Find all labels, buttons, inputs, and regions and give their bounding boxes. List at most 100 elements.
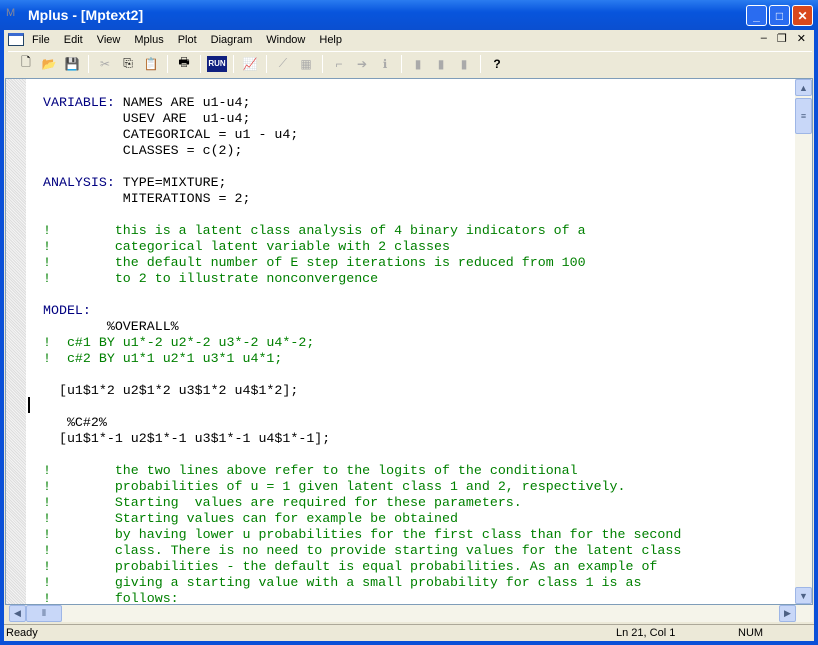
menu-plot[interactable]: Plot bbox=[178, 34, 197, 46]
comment: ! follows: bbox=[43, 591, 179, 605]
code-line: CLASSES = c(2); bbox=[43, 143, 681, 159]
code-text: %OVERALL% bbox=[43, 319, 179, 334]
code-line: ! this is a latent class analysis of 4 b… bbox=[43, 223, 681, 239]
open-folder-icon[interactable]: 📂 bbox=[39, 54, 59, 74]
title-bar[interactable]: M Mplus - [Mptext2] _ □ ✕ bbox=[0, 0, 818, 30]
minimize-button[interactable]: _ bbox=[746, 5, 767, 26]
code-line: MITERATIONS = 2; bbox=[43, 191, 681, 207]
mdi-restore-icon[interactable]: ❐ bbox=[777, 32, 787, 45]
status-bar: Ready Ln 21, Col 1 NUM bbox=[4, 624, 814, 641]
text-editor[interactable]: VARIABLE: NAMES ARE u1-u4; USEV ARE u1-u… bbox=[5, 78, 813, 605]
plot-values-icon[interactable]: ▦ bbox=[296, 54, 316, 74]
keyword: MODEL: bbox=[43, 303, 91, 318]
comment: ! probabilities - the default is equal p… bbox=[43, 559, 658, 574]
toolbar: 🗋 📂 💾 ✂ ⎘ 📋 🖶 RUN 📈 ⟋ ▦ ⌐ ➔ ℹ ▮ ▮ ▮ ? bbox=[8, 51, 812, 75]
comment: ! c#1 BY u1*-2 u2*-2 u3*-2 u4*-2; bbox=[43, 335, 315, 350]
code-text: [u1$1*-1 u2$1*-1 u3$1*-1 u4$1*-1]; bbox=[43, 431, 331, 446]
code-line: %C#2% bbox=[43, 415, 681, 431]
code-line: ! categorical latent variable with 2 cla… bbox=[43, 239, 681, 255]
application-window: M Mplus - [Mptext2] _ □ ✕ File Edit View… bbox=[0, 0, 818, 645]
keyword: ANALYSIS: bbox=[43, 175, 123, 190]
new-file-icon[interactable]: 🗋 bbox=[16, 54, 36, 74]
diagram-icon[interactable]: ⌐ bbox=[329, 54, 349, 74]
menu-bar: File Edit View Mplus Plot Diagram Window… bbox=[4, 30, 814, 49]
maximize-button[interactable]: □ bbox=[769, 5, 790, 26]
vertical-scrollbar[interactable]: ▲ ≡ ▼ bbox=[795, 79, 812, 604]
keyword: VARIABLE: bbox=[43, 95, 123, 110]
comment: ! to 2 to illustrate nonconvergence bbox=[43, 271, 379, 286]
code-line: CATEGORICAL = u1 - u4; bbox=[43, 127, 681, 143]
diagram-info-icon[interactable]: ℹ bbox=[375, 54, 395, 74]
code-line: %OVERALL% bbox=[43, 319, 681, 335]
code-line: ! probabilities - the default is equal p… bbox=[43, 559, 681, 575]
menu-window[interactable]: Window bbox=[266, 34, 305, 46]
comment: ! the two lines above refer to the logit… bbox=[43, 463, 578, 478]
horizontal-scroll-thumb[interactable]: ⦀ bbox=[26, 605, 62, 622]
code-text: CATEGORICAL = u1 - u4; bbox=[43, 127, 299, 142]
plot-icon[interactable]: 📈 bbox=[240, 54, 260, 74]
editor-gutter bbox=[6, 79, 26, 604]
code-line: ! by having lower u probabilities for th… bbox=[43, 527, 681, 543]
vertical-scroll-thumb[interactable]: ≡ bbox=[795, 98, 812, 134]
comment: ! c#2 BY u1*1 u2*1 u3*1 u4*1; bbox=[43, 351, 283, 366]
code-line: ! the two lines above refer to the logit… bbox=[43, 463, 681, 479]
menu-file[interactable]: File bbox=[32, 34, 50, 46]
comment: ! the default number of E step iteration… bbox=[43, 255, 586, 270]
menu-view[interactable]: View bbox=[97, 34, 121, 46]
text-cursor bbox=[28, 397, 30, 413]
code-line: ! probabilities of u = 1 given latent cl… bbox=[43, 479, 681, 495]
cursor-position: Ln 21, Col 1 bbox=[616, 627, 676, 639]
editor-text[interactable]: VARIABLE: NAMES ARE u1-u4; USEV ARE u1-u… bbox=[43, 95, 681, 605]
code-text: [u1$1*2 u2$1*2 u3$1*2 u4$1*2]; bbox=[43, 383, 299, 398]
diagram-next-icon[interactable]: ➔ bbox=[352, 54, 372, 74]
cut-icon[interactable]: ✂ bbox=[95, 54, 115, 74]
code-text: USEV ARE u1-u4; bbox=[43, 111, 251, 126]
close-button[interactable]: ✕ bbox=[792, 5, 813, 26]
code-line: ! class. There is no need to provide sta… bbox=[43, 543, 681, 559]
histogram-icon[interactable]: ▮ bbox=[408, 54, 428, 74]
mdi-close-icon[interactable]: ✕ bbox=[797, 32, 806, 45]
code-line: ! c#1 BY u1*-2 u2*-2 u3*-2 u4*-2; bbox=[43, 335, 681, 351]
run-button[interactable]: RUN bbox=[207, 55, 227, 72]
bar-chart-icon[interactable]: ▮ bbox=[454, 54, 474, 74]
menu-diagram[interactable]: Diagram bbox=[211, 34, 253, 46]
mplus-logo-icon: M bbox=[6, 7, 16, 19]
horizontal-scrollbar[interactable]: ◀ ⦀ ▶ bbox=[9, 605, 813, 622]
code-line: MODEL: bbox=[43, 303, 681, 319]
mdi-minimize-icon[interactable]: – bbox=[761, 32, 767, 45]
menu-mplus[interactable]: Mplus bbox=[134, 34, 163, 46]
code-line: [u1$1*-1 u2$1*-1 u3$1*-1 u4$1*-1]; bbox=[43, 431, 681, 447]
status-text: Ready bbox=[6, 627, 38, 639]
save-icon[interactable]: 💾 bbox=[62, 54, 82, 74]
scroll-left-icon[interactable]: ◀ bbox=[9, 605, 26, 622]
comment: ! this is a latent class analysis of 4 b… bbox=[43, 223, 586, 238]
help-button[interactable]: ? bbox=[487, 54, 507, 74]
scroll-up-icon[interactable]: ▲ bbox=[795, 79, 812, 96]
code-text: NAMES ARE u1-u4; bbox=[122, 95, 251, 110]
comment: ! by having lower u probabilities for th… bbox=[43, 527, 682, 542]
comment: ! Starting values can for example be obt… bbox=[43, 511, 458, 526]
code-line: ! c#2 BY u1*1 u2*1 u3*1 u4*1; bbox=[43, 351, 681, 367]
code-text: TYPE=MIXTURE; bbox=[122, 175, 227, 190]
code-line: ! giving a starting value with a small p… bbox=[43, 575, 681, 591]
histogram-next-icon[interactable]: ▮ bbox=[431, 54, 451, 74]
scroll-down-icon[interactable]: ▼ bbox=[795, 587, 812, 604]
menu-edit[interactable]: Edit bbox=[64, 34, 83, 46]
code-line: [u1$1*2 u2$1*2 u3$1*2 u4$1*2]; bbox=[43, 383, 681, 399]
plot-curve-icon[interactable]: ⟋ bbox=[273, 54, 293, 74]
code-line: ! Starting values are required for these… bbox=[43, 495, 681, 511]
print-icon[interactable]: 🖶 bbox=[174, 54, 194, 74]
menu-help[interactable]: Help bbox=[319, 34, 342, 46]
copy-icon[interactable]: ⎘ bbox=[118, 54, 138, 74]
document-icon[interactable] bbox=[8, 33, 24, 46]
code-text: %C#2% bbox=[43, 415, 107, 430]
code-line: ! Starting values can for example be obt… bbox=[43, 511, 681, 527]
comment: ! giving a starting value with a small p… bbox=[43, 575, 642, 590]
paste-icon[interactable]: 📋 bbox=[141, 54, 161, 74]
comment: ! categorical latent variable with 2 cla… bbox=[43, 239, 450, 254]
scroll-right-icon[interactable]: ▶ bbox=[779, 605, 796, 622]
